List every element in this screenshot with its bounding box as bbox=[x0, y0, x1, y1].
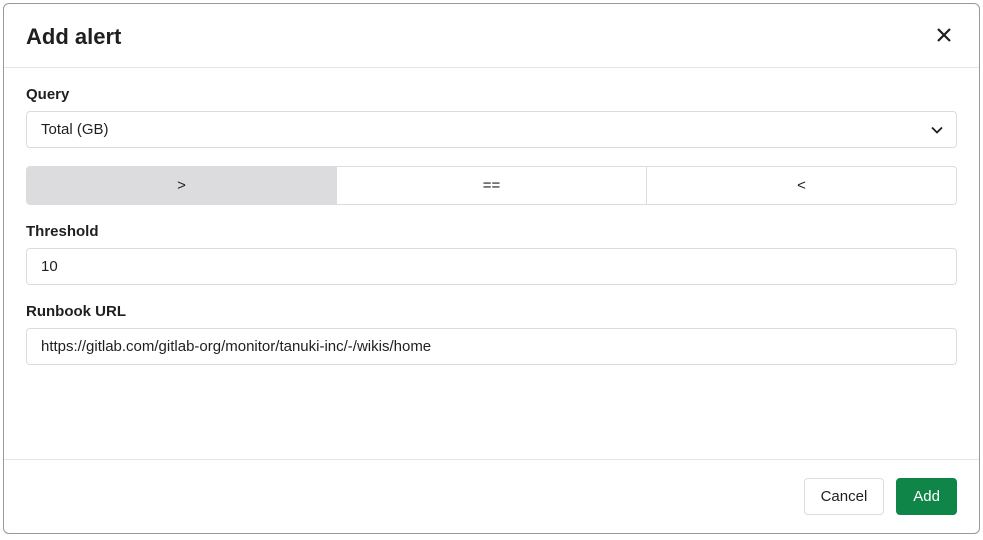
query-label: Query bbox=[26, 86, 957, 103]
close-button[interactable] bbox=[931, 22, 957, 51]
query-select-wrapper: Total (GB) bbox=[26, 111, 957, 148]
modal-title: Add alert bbox=[26, 24, 121, 50]
query-select[interactable]: Total (GB) bbox=[26, 111, 957, 148]
query-group: Query Total (GB) bbox=[26, 86, 957, 148]
threshold-input[interactable] bbox=[26, 248, 957, 285]
runbook-input[interactable] bbox=[26, 328, 957, 365]
close-icon bbox=[936, 27, 952, 46]
operator-equals[interactable]: == bbox=[337, 167, 647, 204]
operator-less-than[interactable]: < bbox=[647, 167, 956, 204]
operator-greater-than[interactable]: > bbox=[27, 167, 337, 204]
operator-toggle-group: > == < bbox=[26, 166, 957, 205]
add-alert-modal: Add alert Query Total (GB) bbox=[3, 3, 980, 534]
threshold-label: Threshold bbox=[26, 223, 957, 240]
cancel-button[interactable]: Cancel bbox=[804, 478, 885, 515]
modal-footer: Cancel Add bbox=[4, 459, 979, 533]
threshold-group: Threshold bbox=[26, 223, 957, 285]
runbook-group: Runbook URL bbox=[26, 303, 957, 365]
add-button[interactable]: Add bbox=[896, 478, 957, 515]
modal-header: Add alert bbox=[4, 4, 979, 68]
modal-body: Query Total (GB) > == < Threshold R bbox=[4, 68, 979, 459]
runbook-label: Runbook URL bbox=[26, 303, 957, 320]
